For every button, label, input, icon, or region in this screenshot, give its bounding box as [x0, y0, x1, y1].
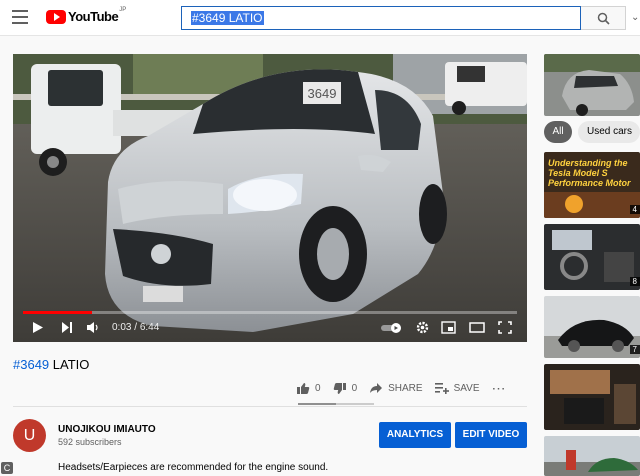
youtube-play-icon — [46, 9, 66, 24]
save-button[interactable]: SAVE — [434, 382, 480, 394]
like-count: 0 — [315, 382, 321, 394]
search-input[interactable]: #3649 LATIO — [181, 6, 581, 30]
filter-chip-used-cars[interactable]: Used cars — [578, 121, 640, 143]
player-controls: 0:03 / 6:44 — [13, 314, 527, 342]
top-bar: YouTube JP #3649 LATIO ⌄ — [0, 0, 640, 36]
video-frame: 3649 — [13, 54, 527, 342]
search-query-text[interactable]: #3649 LATIO — [191, 11, 264, 25]
thumbnail-image — [544, 364, 640, 430]
thumbnail-badge: 8 — [629, 277, 640, 286]
sidebar-video-thumbnail[interactable] — [544, 436, 640, 476]
thumbnail-image — [544, 436, 640, 476]
windshield-plate-text: 3649 — [308, 86, 337, 101]
thumbnail-image — [544, 224, 640, 290]
thumbnail-image — [544, 54, 640, 116]
thumbnail-badge: 4 — [629, 205, 640, 214]
sidebar-video-thumbnail[interactable] — [544, 364, 640, 430]
overflow-arrow-icon[interactable]: ⌄ — [631, 12, 639, 23]
miniplayer-icon[interactable] — [441, 321, 456, 334]
next-icon[interactable] — [61, 321, 73, 334]
video-title: #3649 LATIO — [13, 357, 89, 373]
logo-text: YouTube — [68, 9, 119, 24]
youtube-logo[interactable]: YouTube JP — [46, 7, 127, 24]
search-icon — [597, 12, 610, 25]
filter-chip-all[interactable]: All — [544, 121, 572, 143]
add-to-playlist-icon — [434, 383, 449, 394]
thumbnail-badge: 7 — [629, 345, 640, 354]
sentiment-bar — [298, 403, 374, 405]
dislike-count: 0 — [351, 382, 358, 394]
hamburger-menu-icon[interactable] — [12, 10, 28, 24]
subscriber-count: 592 subscribers — [58, 437, 122, 447]
title-hashtag-link[interactable]: #3649 — [13, 357, 49, 372]
time-display: 0:03 / 6:44 — [112, 322, 159, 333]
thumbnail-title-text: Understanding the Tesla Model S Performa… — [548, 158, 631, 188]
fullscreen-icon[interactable] — [498, 321, 512, 334]
sidebar-video-thumbnail[interactable]: Understanding the Tesla Model S Performa… — [544, 152, 640, 218]
thumbs-up-icon — [297, 382, 310, 394]
volume-icon[interactable] — [86, 321, 99, 334]
like-button[interactable]: 0 — [296, 382, 321, 395]
thumbnail-image — [544, 296, 640, 358]
theater-mode-icon[interactable] — [469, 321, 485, 334]
sidebar-video-thumbnail[interactable]: 8 — [544, 224, 640, 290]
dislike-button[interactable]: 0 — [333, 382, 358, 395]
play-icon[interactable] — [32, 321, 44, 334]
duration: 6:44 — [139, 322, 160, 333]
sidebar-video-thumbnail[interactable] — [544, 54, 640, 116]
channel-name[interactable]: UNOJIKOU IMIAUTO — [58, 424, 156, 435]
corner-badge[interactable]: C — [1, 462, 13, 474]
time-separator: / — [131, 322, 140, 333]
sidebar-video-thumbnail[interactable]: 7 — [544, 296, 640, 358]
search-button[interactable] — [581, 6, 626, 30]
current-time: 0:03 — [112, 322, 132, 333]
save-label: SAVE — [453, 382, 480, 394]
analytics-button[interactable]: ANALYTICS — [379, 422, 451, 448]
share-button[interactable]: SHARE — [369, 382, 423, 394]
edit-video-button[interactable]: EDIT VIDEO — [455, 422, 527, 448]
autoplay-toggle-icon[interactable] — [381, 323, 403, 333]
share-label: SHARE — [388, 382, 423, 394]
thumbs-down-icon — [333, 382, 346, 394]
video-player[interactable]: 3649 0:03 / 6:44 — [13, 54, 527, 342]
more-actions-icon[interactable]: ⋯ — [492, 380, 506, 397]
channel-avatar[interactable]: U — [13, 419, 46, 452]
settings-gear-icon[interactable] — [416, 321, 429, 334]
divider — [13, 406, 527, 407]
title-text: LATIO — [49, 357, 90, 372]
logo-region: JP — [119, 7, 127, 13]
video-description: Headsets/Earpieces are recommended for t… — [58, 462, 329, 473]
share-arrow-icon — [370, 383, 383, 393]
video-actions: 0 0 SHARE SAVE ⋯ — [296, 378, 518, 398]
